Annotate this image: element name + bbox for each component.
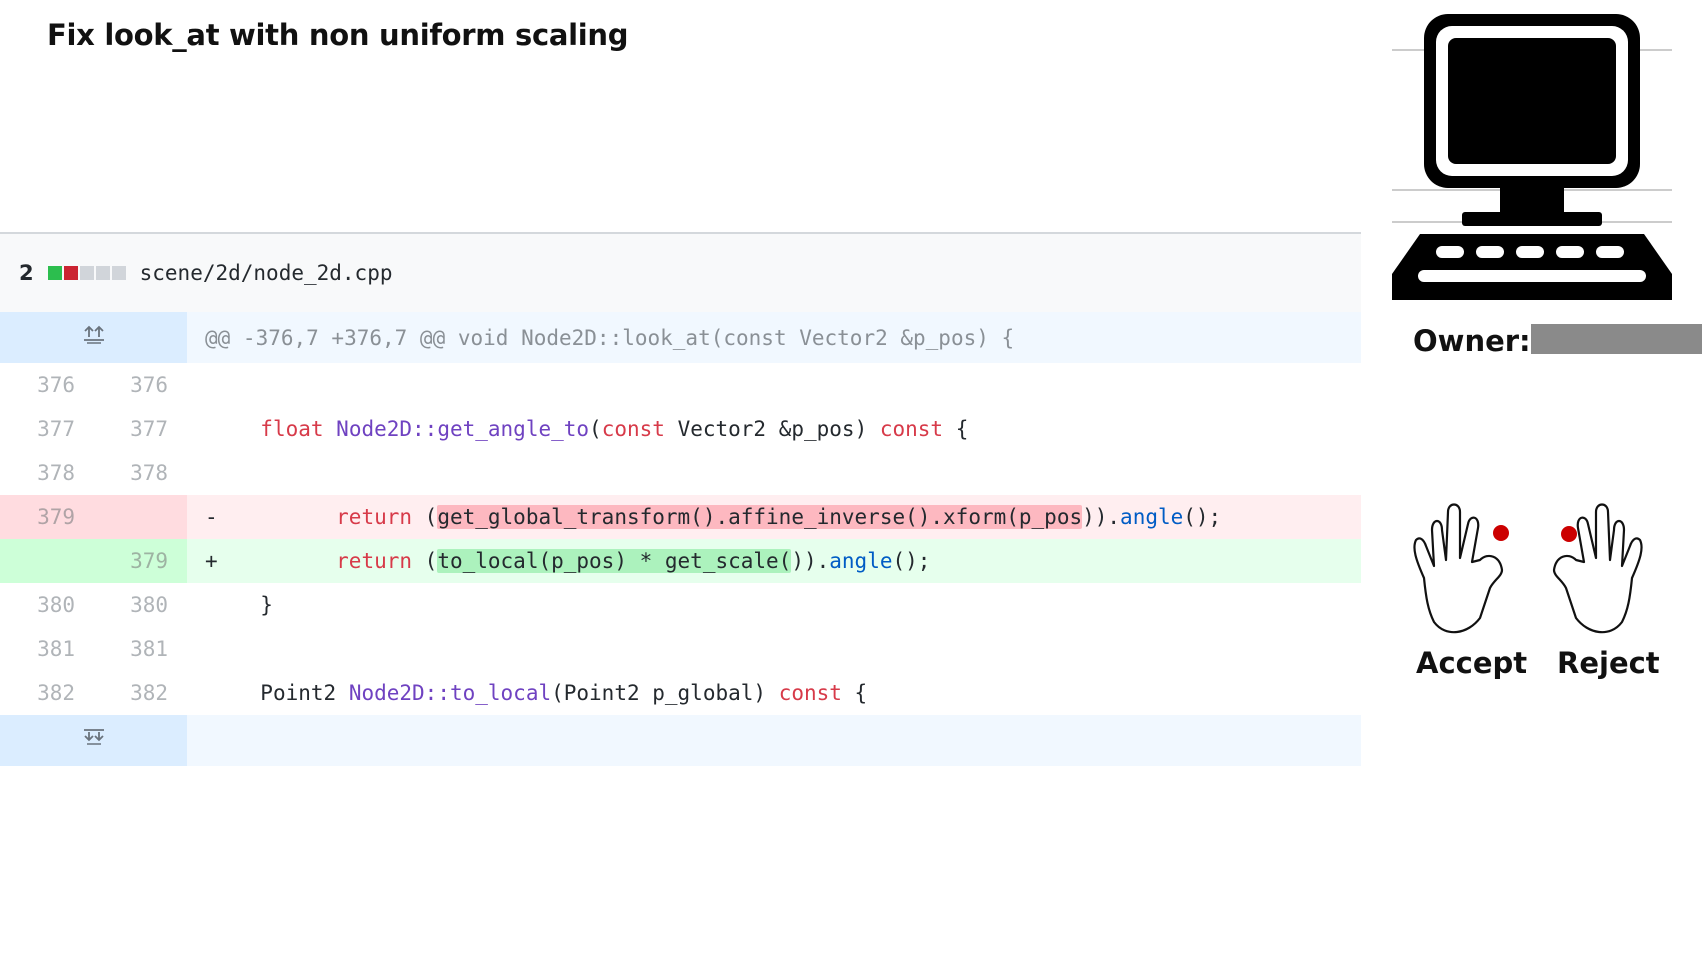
expand-bottom-row [0,715,1361,766]
deleted-line: 379 - return (get_global_transform().aff… [0,495,1361,539]
new-line-number[interactable]: 380 [94,583,187,627]
computer-icon [1392,12,1674,308]
diff-line: 377 377 float Node2D::get_angle_to(const… [0,407,1361,451]
deleted-highlight: get_global_transform().affine_inverse().… [437,505,1083,529]
old-line-number[interactable]: 381 [0,627,94,671]
expand-up-button[interactable] [0,312,187,363]
diff-line: 376 376 [0,363,1361,407]
diff-line: 378 378 [0,451,1361,495]
old-line-number[interactable]: 376 [0,363,94,407]
accept-label[interactable]: Accept [1416,646,1527,680]
code-line: Point2 Node2D::to_local (Point2 p_global)… [260,681,868,705]
old-line-number[interactable]: 382 [0,671,94,715]
old-line-number[interactable]: 380 [0,583,94,627]
right-hand-icon [1552,503,1643,634]
diff-marker: - [205,505,218,529]
diffstat [47,266,126,280]
added-line: 379 + return (to_local(p_pos) * get_scal… [0,539,1361,583]
code-line: - return (get_global_transform().affine_… [187,495,1361,539]
old-line-number[interactable] [0,539,94,583]
reject-label[interactable]: Reject [1557,646,1660,680]
diff-marker: + [205,549,218,573]
old-line-number[interactable]: 378 [0,451,94,495]
expand-up-icon [81,325,107,350]
hunk-header-text: @@ -376,7 +376,7 @@ void Node2D::look_at… [187,312,1361,363]
hand-gestures [1408,500,1658,644]
file-header: 2 scene/2d/node_2d.cpp [0,232,1361,312]
file-path[interactable]: scene/2d/node_2d.cpp [140,261,393,285]
old-line-number[interactable]: 379 [0,495,94,539]
diff-line: 382 382 Point2 Node2D::to_local (Point2 p… [0,671,1361,715]
diffstat-neutral-block [95,266,110,280]
new-line-number[interactable]: 378 [94,451,187,495]
left-hand-icon [1413,503,1504,634]
old-line-number[interactable]: 377 [0,407,94,451]
expand-down-button[interactable] [0,715,187,766]
code-line: } [260,593,273,617]
diff-view: 2 scene/2d/node_2d.cpp @@ -376,7 +376,7 … [0,232,1361,766]
owner-field: Owner: [1413,324,1702,358]
code-line: float Node2D::get_angle_to(const Vector2… [260,417,969,441]
diffstat-neutral-block [79,266,94,280]
new-line-number[interactable]: 382 [94,671,187,715]
diffstat-added-block [47,266,62,280]
change-count: 2 [19,261,34,285]
page-title: Fix look_at with non uniform scaling [47,18,629,52]
owner-label: Owner: [1413,324,1531,358]
hunk-header-row: @@ -376,7 +376,7 @@ void Node2D::look_at… [0,312,1361,363]
new-line-number[interactable]: 379 [94,539,187,583]
diffstat-deleted-block [63,266,78,280]
added-highlight: to_local(p_pos) * get_scale( [437,549,792,573]
new-line-number[interactable] [94,495,187,539]
code-line: + return (to_local(p_pos) * get_scale())… [187,539,1361,583]
expand-down-icon [81,728,107,753]
diff-line: 380 380 } [0,583,1361,627]
new-line-number[interactable]: 376 [94,363,187,407]
new-line-number[interactable]: 381 [94,627,187,671]
diff-line: 381 381 [0,627,1361,671]
owner-redacted-value [1530,324,1702,354]
new-line-number[interactable]: 377 [94,407,187,451]
diffstat-neutral-block [111,266,126,280]
